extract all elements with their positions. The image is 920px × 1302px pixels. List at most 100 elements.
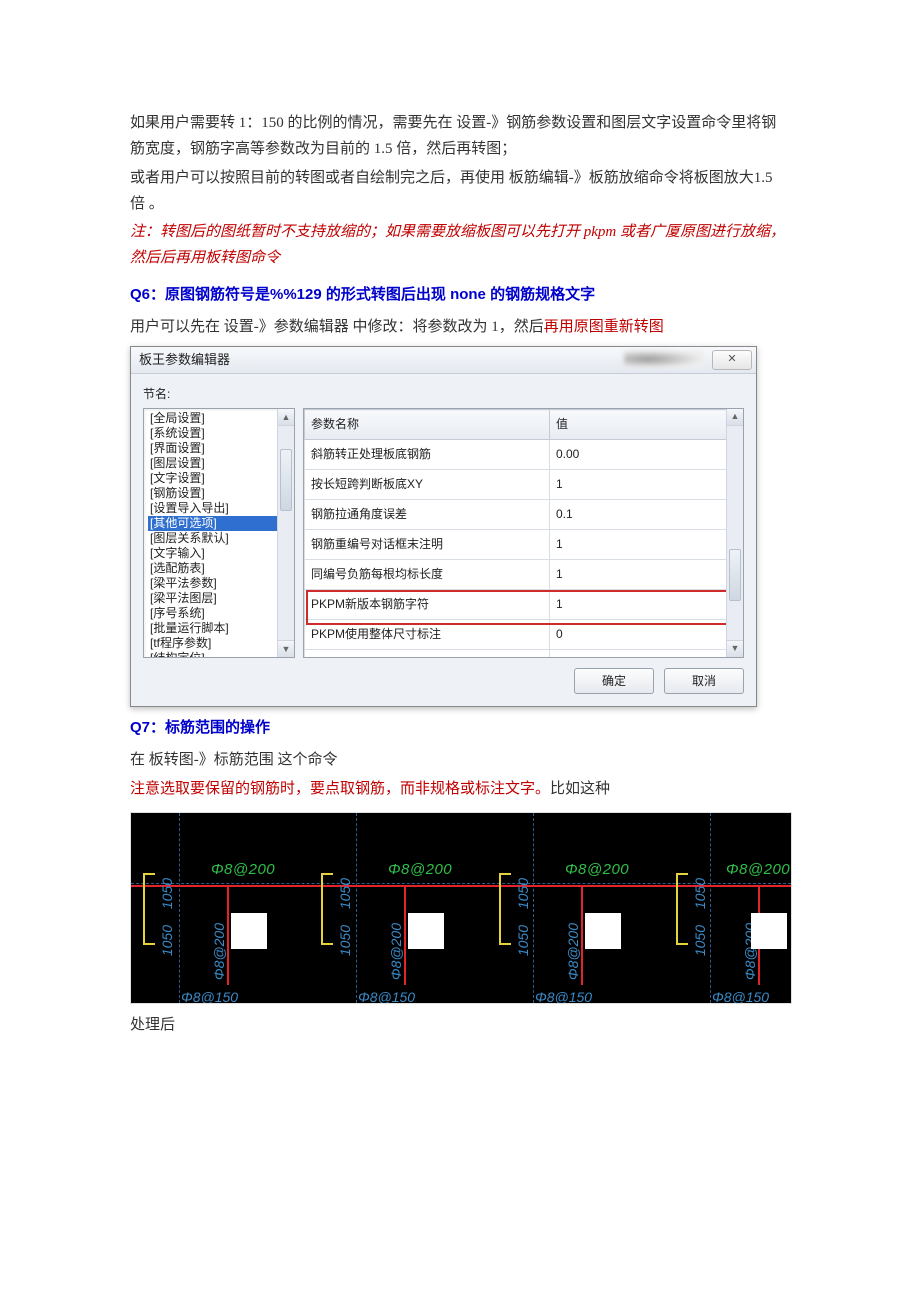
- col-name: 参数名称: [305, 410, 550, 440]
- section-label: 节名:: [143, 384, 744, 405]
- param-name-cell: 改板筋规格自动改钩: [305, 650, 550, 659]
- white-mask: [231, 913, 267, 949]
- table-row[interactable]: 按长短跨判断板底XY1: [305, 470, 743, 500]
- ok-button[interactable]: 确定: [574, 668, 654, 694]
- grid-scrollbar[interactable]: ▲ ▼: [726, 409, 743, 657]
- table-row[interactable]: 钢筋拉通角度误差0.1: [305, 500, 743, 530]
- dim-text: 1050: [688, 878, 713, 909]
- blurred-area: [624, 350, 704, 368]
- list-item[interactable]: [tf程序参数]: [148, 636, 294, 651]
- dim-text: 1050: [155, 878, 180, 909]
- dim-text: 1050: [333, 878, 358, 909]
- white-mask: [751, 913, 787, 949]
- q7-heading: Q7：标筋范围的操作: [130, 715, 790, 741]
- table-row[interactable]: PKPM新版本钢筋字符1: [305, 590, 743, 620]
- param-name-cell: 钢筋重编号对话框末注明: [305, 530, 550, 560]
- param-value-cell[interactable]: 1: [550, 470, 743, 500]
- rebar-spec-text: Φ8@200: [207, 923, 232, 980]
- list-item[interactable]: [图层设置]: [148, 456, 294, 471]
- q7-after: 处理后: [130, 1012, 790, 1038]
- q7-line1: 在 板转图-》标筋范围 这个命令: [130, 747, 790, 773]
- rebar-label: Φ8@200: [211, 857, 275, 883]
- bottom-spec-text: Φ8@150: [535, 985, 592, 1004]
- list-item[interactable]: [图层关系默认]: [148, 531, 294, 546]
- dim-text: 1050: [333, 925, 358, 956]
- param-name-cell: PKPM使用整体尺寸标注: [305, 620, 550, 650]
- rebar-spec-text: Φ8@200: [384, 923, 409, 980]
- q6-body: 用户可以先在 设置-》参数编辑器 中修改：将参数改为 1，然后再用原图重新转图: [130, 314, 790, 340]
- q6-heading-post: 的钢筋规格文字: [486, 286, 595, 303]
- q7-line2a: 注意选取要保留的钢筋时，要点取钢筋，而非规格或标注文字。: [130, 781, 550, 797]
- param-name-cell: 同编号负筋每根均标长度: [305, 560, 550, 590]
- scroll-down-icon[interactable]: ▼: [278, 640, 294, 657]
- table-row[interactable]: 钢筋重编号对话框末注明1: [305, 530, 743, 560]
- bottom-spec-text: Φ8@150: [358, 985, 415, 1004]
- dialog-titlebar: 板王参数编辑器 ✕: [131, 347, 756, 374]
- list-item[interactable]: [设置导入导出]: [148, 501, 294, 516]
- param-value-cell[interactable]: 1: [550, 530, 743, 560]
- bottom-spec-text: Φ8@150: [712, 985, 769, 1004]
- q6-heading-pre: Q6：原图钢筋符号是%%129 的形式转图后出现: [130, 286, 450, 303]
- param-value-cell[interactable]: 1: [550, 650, 743, 659]
- list-item[interactable]: [选配筋表]: [148, 561, 294, 576]
- list-item[interactable]: [界面设置]: [148, 441, 294, 456]
- q6-heading: Q6：原图钢筋符号是%%129 的形式转图后出现 none 的钢筋规格文字: [130, 282, 790, 308]
- dialog-body: 节名: [全局设置][系统设置][界面设置][图层设置][文字设置][钢筋设置]…: [131, 374, 756, 706]
- rebar-label: Φ8@200: [388, 857, 452, 883]
- rebar-label: Φ8@200: [726, 857, 790, 883]
- dim-text: 1050: [155, 925, 180, 956]
- scroll-up-icon[interactable]: ▲: [727, 409, 743, 426]
- paragraph: 或者用户可以按照目前的转图或者自绘制完之后，再使用 板筋编辑-》板筋放缩命令将板…: [130, 165, 790, 218]
- list-item[interactable]: [系统设置]: [148, 426, 294, 441]
- white-mask: [408, 913, 444, 949]
- scrollbar-thumb[interactable]: [729, 549, 741, 601]
- list-item[interactable]: [文字设置]: [148, 471, 294, 486]
- list-item[interactable]: [全局设置]: [148, 411, 294, 426]
- table-row[interactable]: PKPM使用整体尺寸标注0: [305, 620, 743, 650]
- param-value-cell[interactable]: 0: [550, 620, 743, 650]
- cancel-button[interactable]: 取消: [664, 668, 744, 694]
- param-grid[interactable]: 参数名称 值 斜筋转正处理板底钢筋0.00按长短跨判断板底XY1钢筋拉通角度误差…: [303, 408, 744, 658]
- table-row[interactable]: 改板筋规格自动改钩1: [305, 650, 743, 659]
- param-value-cell[interactable]: 1: [550, 560, 743, 590]
- param-editor-dialog: 板王参数编辑器 ✕ 节名: [全局设置][系统设置][界面设置][图层设置][文…: [130, 346, 757, 707]
- q6-body-b: 再用原图重新转图: [544, 319, 664, 335]
- param-value-cell[interactable]: 1: [550, 590, 743, 620]
- list-item[interactable]: [梁平法参数]: [148, 576, 294, 591]
- scroll-up-icon[interactable]: ▲: [278, 409, 294, 426]
- rebar-label: Φ8@200: [565, 857, 629, 883]
- q7-line2b: 比如这种: [550, 781, 610, 797]
- q6-heading-none: none: [450, 286, 486, 303]
- section-listbox[interactable]: [全局设置][系统设置][界面设置][图层设置][文字设置][钢筋设置][设置导…: [143, 408, 295, 658]
- document-page: 如果用户需要转 1：150 的比例的情况，需要先在 设置-》钢筋参数设置和图层文…: [0, 0, 920, 1100]
- param-value-cell[interactable]: 0.00: [550, 440, 743, 470]
- scrollbar-thumb[interactable]: [280, 449, 292, 511]
- dim-text: 1050: [688, 925, 713, 956]
- param-name-cell: 按长短跨判断板底XY: [305, 470, 550, 500]
- param-name-cell: PKPM新版本钢筋字符: [305, 590, 550, 620]
- list-item[interactable]: [钢筋设置]: [148, 486, 294, 501]
- scroll-down-icon[interactable]: ▼: [727, 640, 743, 657]
- q7-line2: 注意选取要保留的钢筋时，要点取钢筋，而非规格或标注文字。比如这种: [130, 776, 790, 802]
- list-item[interactable]: [文字输入]: [148, 546, 294, 561]
- bottom-spec-text: Φ8@150: [181, 985, 238, 1004]
- list-item[interactable]: [序号系统]: [148, 606, 294, 621]
- list-item[interactable]: [批量运行脚本]: [148, 621, 294, 636]
- dialog-buttons: 确定 取消: [143, 668, 744, 694]
- table-row[interactable]: 斜筋转正处理板底钢筋0.00: [305, 440, 743, 470]
- window-controls: ✕: [624, 350, 752, 370]
- white-mask: [585, 913, 621, 949]
- param-value-cell[interactable]: 0.1: [550, 500, 743, 530]
- close-button[interactable]: ✕: [712, 350, 752, 370]
- param-name-cell: 钢筋拉通角度误差: [305, 500, 550, 530]
- dialog-columns: [全局设置][系统设置][界面设置][图层设置][文字设置][钢筋设置][设置导…: [143, 408, 744, 658]
- dim-text: 1050: [511, 925, 536, 956]
- q6-body-a: 用户可以先在 设置-》参数编辑器 中修改：将参数改为 1，然后: [130, 319, 544, 335]
- list-item[interactable]: [梁平法图层]: [148, 591, 294, 606]
- note-paragraph: 注：转图后的图纸暂时不支持放缩的；如果需要放缩板图可以先打开 pkpm 或者广厦…: [130, 219, 790, 272]
- cad-screenshot: Φ8@200 Φ8@200 Φ8@200 Φ8@200 1050 1050 10…: [130, 812, 792, 1004]
- list-item[interactable]: [结构定位]: [148, 651, 294, 658]
- listbox-scrollbar[interactable]: ▲ ▼: [277, 409, 294, 657]
- table-row[interactable]: 同编号负筋每根均标长度1: [305, 560, 743, 590]
- list-item[interactable]: [其他可选项]: [148, 516, 294, 531]
